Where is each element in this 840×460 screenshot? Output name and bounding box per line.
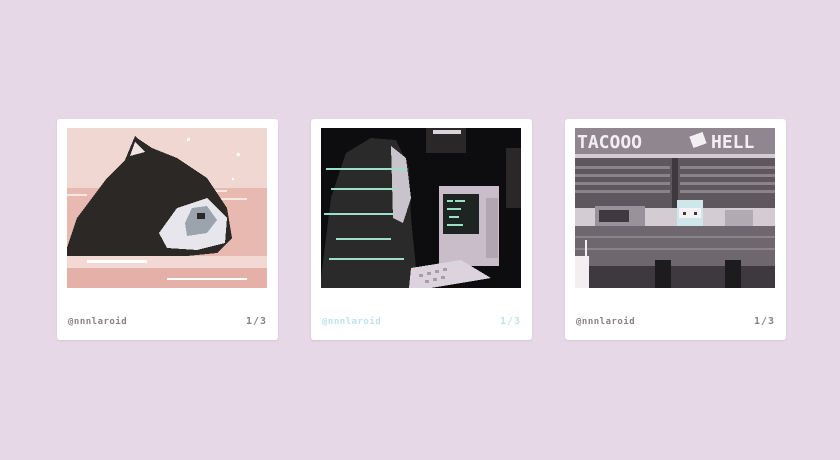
card-3-counter: 1/3 — [753, 316, 775, 327]
card-1-counter: 1/3 — [245, 316, 267, 327]
taco-shop-pixel-art-image: TACOOO HELL — [575, 128, 775, 288]
polaroid-card-2[interactable]: @nnnlaroid 1/3 — [311, 119, 532, 340]
card-2-image[interactable] — [321, 128, 521, 288]
card-2-caption: @nnnlaroid — [322, 317, 382, 327]
polaroid-card-3[interactable]: TACOOO HELL @nnnlaroid 1/3 — [565, 119, 786, 340]
sign-text-1: TACOOO — [577, 132, 642, 153]
card-3-image[interactable]: TACOOO HELL — [575, 128, 775, 288]
card-3-caption: @nnnlaroid — [576, 317, 636, 327]
gallery-stage: @nnnlaroid 1/3 @nnnlaroid 1/3 TACOOO HEL… — [0, 0, 840, 460]
polaroid-card-1[interactable]: @nnnlaroid 1/3 — [57, 119, 278, 340]
card-1-caption: @nnnlaroid — [68, 317, 128, 327]
computer-pixel-art-image — [321, 128, 521, 288]
cat-pixel-art-image — [67, 128, 267, 288]
card-2-counter: 1/3 — [499, 316, 521, 327]
card-1-image[interactable] — [67, 128, 267, 288]
sign-text-2: HELL — [711, 132, 755, 153]
